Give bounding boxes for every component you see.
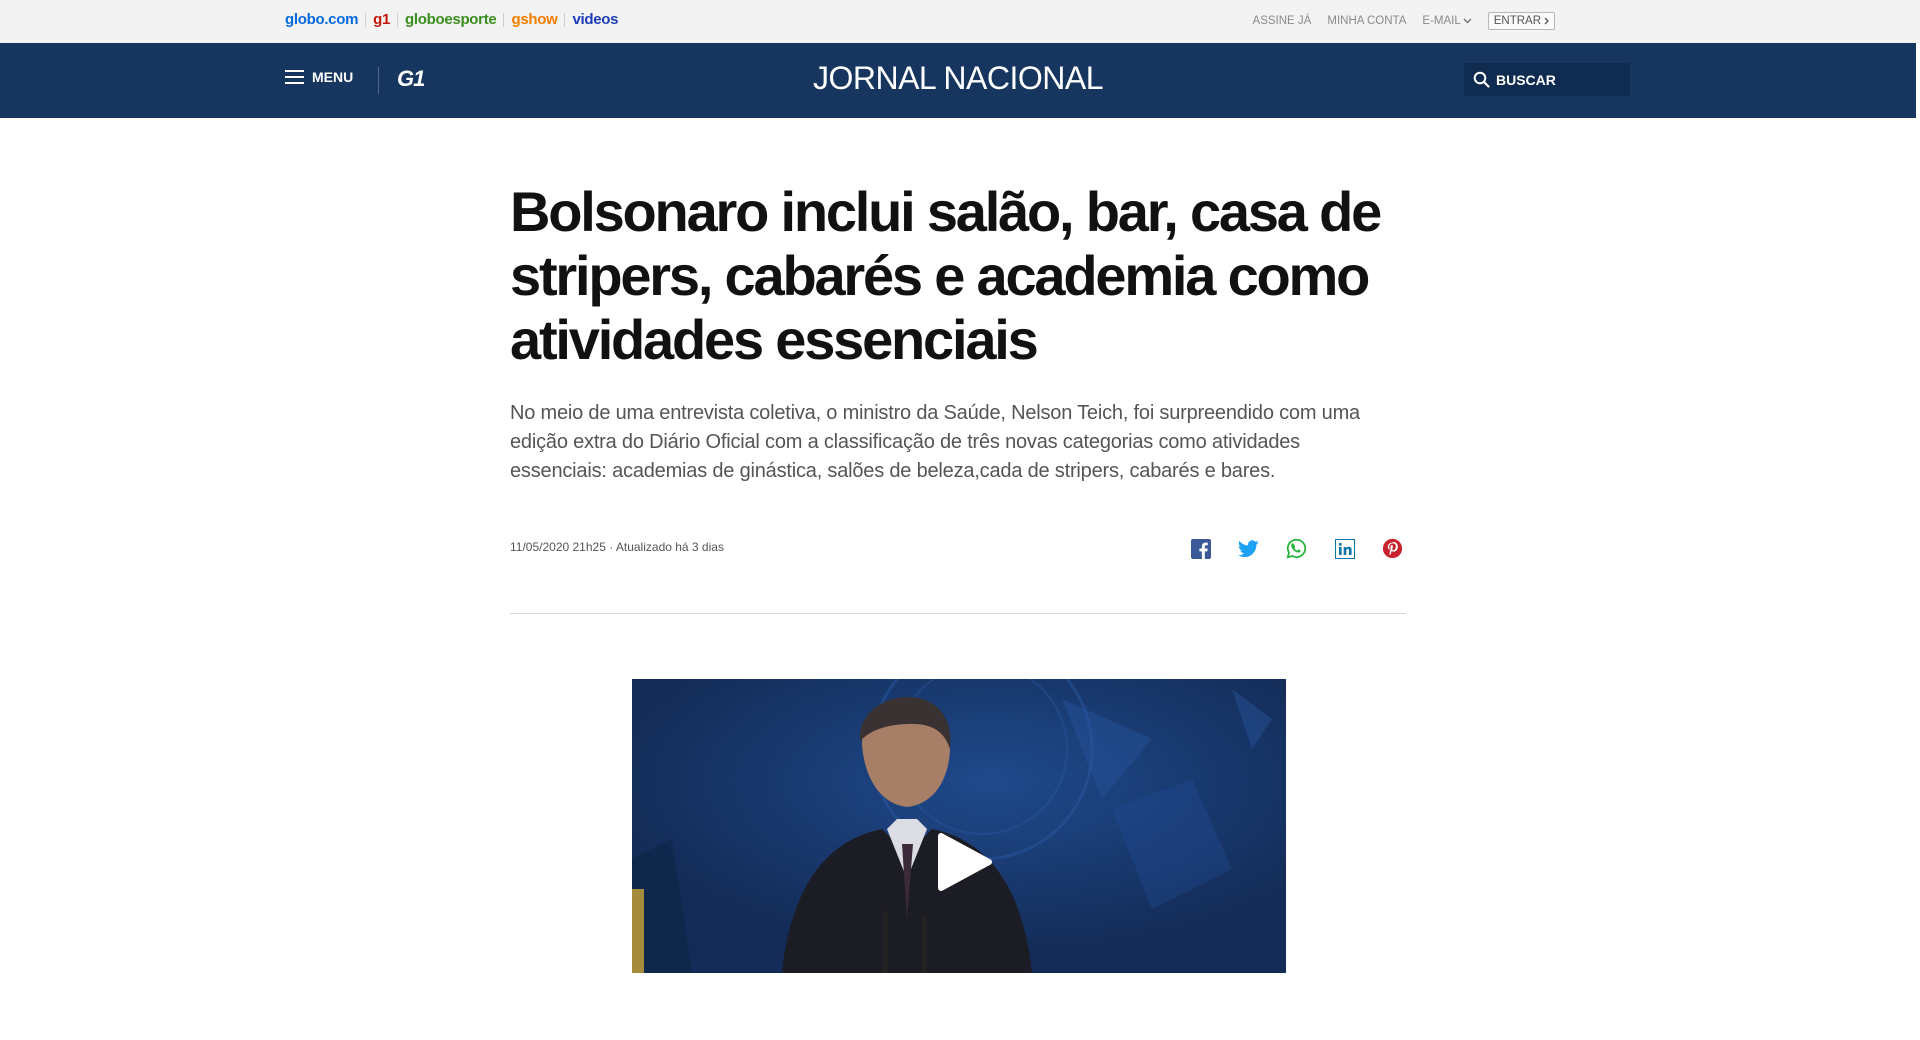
link-globo[interactable]: globo.com (285, 11, 358, 28)
link-videos[interactable]: videos (572, 11, 618, 28)
link-gshow[interactable]: gshow (511, 11, 557, 28)
email-dropdown[interactable]: E-MAIL (1422, 15, 1472, 27)
article-subtitle: No meio de uma entrevista coletiva, o mi… (510, 402, 1360, 482)
account-links: ASSINE JÁ MINHA CONTA E-MAIL ENTRAR (1253, 12, 1555, 30)
login-button[interactable]: ENTRAR (1487, 12, 1555, 30)
site-header: MENU G1 JORNAL NACIONAL BUSCAR (0, 43, 1916, 118)
subscribe-link[interactable]: ASSINE JÁ (1253, 15, 1312, 27)
divider (564, 12, 566, 27)
my-account-link[interactable]: MINHA CONTA (1327, 15, 1406, 27)
divider-line (510, 613, 1406, 614)
divider (503, 12, 505, 27)
divider (365, 12, 367, 27)
share-bar (1188, 536, 1405, 561)
globo-portal-links: globo.com g1 globoesporte gshow videos (285, 11, 618, 28)
linkedin-icon[interactable] (1332, 536, 1357, 561)
email-label: E-MAIL (1422, 15, 1461, 27)
article-date: 11/05/2020 21h25 · Atualizado há 3 dias (510, 540, 724, 554)
video-player[interactable] (632, 679, 1286, 973)
video-thumbnail (632, 679, 1286, 973)
chevron-right-icon (1544, 17, 1549, 25)
play-icon[interactable] (937, 832, 993, 892)
twitter-icon[interactable] (1236, 536, 1261, 561)
globo-top-bar: globo.com g1 globoesporte gshow videos A… (0, 0, 1920, 43)
search-button[interactable]: BUSCAR (1464, 63, 1630, 96)
pinterest-icon[interactable] (1380, 536, 1405, 561)
link-g1[interactable]: g1 (373, 11, 390, 28)
search-label: BUSCAR (1496, 71, 1556, 88)
whatsapp-icon[interactable] (1284, 536, 1309, 561)
article-headline: Bolsonaro inclui salão, bar, casa de str… (510, 180, 1382, 371)
login-label: ENTRAR (1493, 15, 1541, 27)
divider (397, 12, 399, 27)
search-icon (1473, 71, 1490, 88)
facebook-icon[interactable] (1188, 536, 1213, 561)
link-globoesporte[interactable]: globoesporte (405, 11, 497, 28)
chevron-down-icon (1463, 18, 1472, 24)
